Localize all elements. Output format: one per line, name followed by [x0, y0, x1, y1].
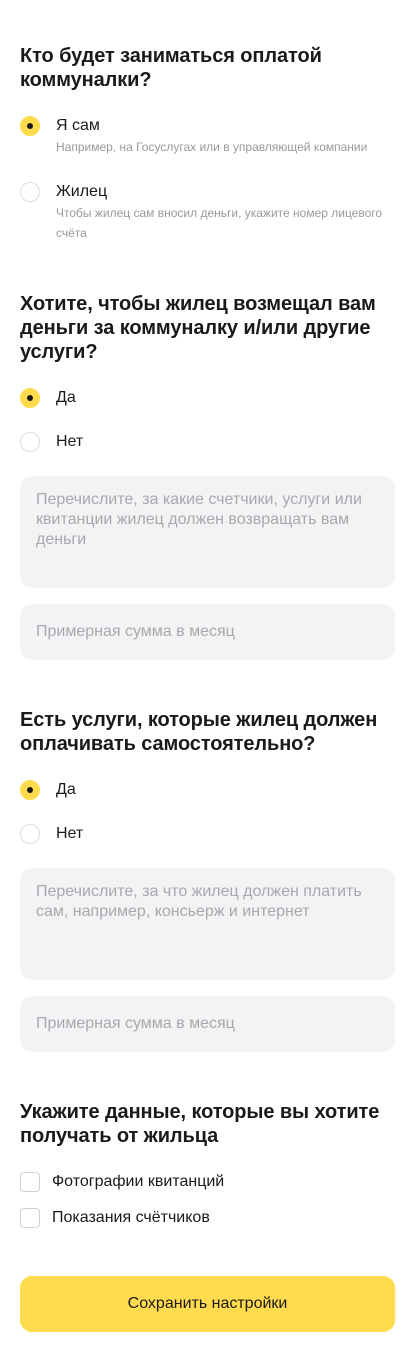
- radio-checked-icon[interactable]: [20, 780, 40, 800]
- data-request-title: Укажите данные, которые вы хотите получа…: [20, 1101, 380, 1147]
- radio-hint: Например, на Госуслугах или в управляюще…: [56, 140, 368, 154]
- radio-unchecked-icon[interactable]: [20, 182, 40, 202]
- reimburse-section: Хотите, чтобы жилец возмещал вам деньги …: [20, 292, 395, 364]
- checkbox-receipt-photos[interactable]: Фотографии квитанций: [20, 1172, 395, 1192]
- checkbox-label: Фотографии квитанций: [52, 1173, 225, 1190]
- self-pay-title: Есть услуги, которые жилец должен оплачи…: [20, 709, 378, 755]
- checkbox-unchecked-icon[interactable]: [20, 1172, 40, 1192]
- save-settings-button[interactable]: Сохранить настройки: [20, 1276, 395, 1332]
- radio-unchecked-icon[interactable]: [20, 824, 40, 844]
- reimburse-details-input[interactable]: [20, 476, 395, 588]
- self-pay-amount-input[interactable]: [20, 996, 395, 1052]
- reimburse-title: Хотите, чтобы жилец возмещал вам деньги …: [20, 293, 376, 363]
- payer-title: Кто будет заниматься оплатой коммуналки?: [20, 45, 322, 91]
- checkbox-label: Показания счётчиков: [52, 1209, 210, 1226]
- checkbox-unchecked-icon[interactable]: [20, 1208, 40, 1228]
- self-pay-section: Есть услуги, которые жилец должен оплачи…: [20, 708, 395, 756]
- radio-label: Я сам: [56, 117, 100, 134]
- radio-label: Нет: [56, 433, 84, 450]
- radio-checked-icon[interactable]: [20, 116, 40, 136]
- radio-unchecked-icon[interactable]: [20, 432, 40, 452]
- data-request-section: Укажите данные, которые вы хотите получа…: [20, 1100, 395, 1148]
- payer-section: Кто будет заниматься оплатой коммуналки?: [20, 44, 395, 92]
- checkbox-meter-readings[interactable]: Показания счётчиков: [20, 1208, 395, 1228]
- reimburse-amount-input[interactable]: [20, 604, 395, 660]
- radio-label: Да: [56, 781, 76, 798]
- radio-hint: Чтобы жилец сам вносил деньги, укажите н…: [56, 206, 383, 240]
- radio-label: Нет: [56, 825, 84, 842]
- radio-checked-icon[interactable]: [20, 388, 40, 408]
- radio-label: Да: [56, 389, 76, 406]
- self-pay-details-input[interactable]: [20, 868, 395, 980]
- radio-label: Жилец: [56, 183, 108, 200]
